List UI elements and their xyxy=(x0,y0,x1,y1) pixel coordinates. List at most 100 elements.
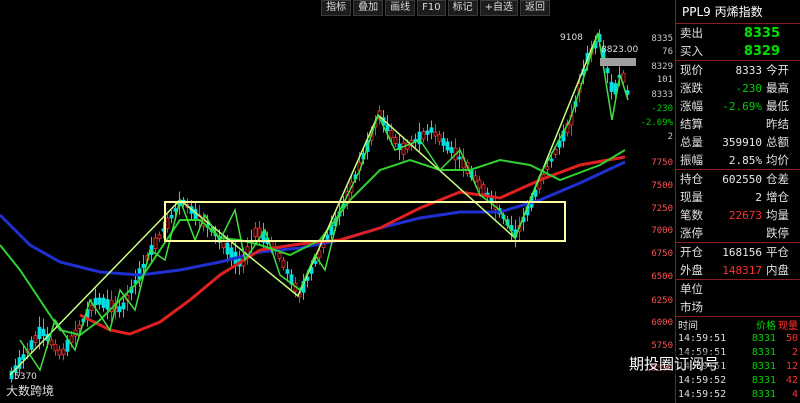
quote-row-label-2: 均价 xyxy=(766,153,789,167)
quote-row: 市场 xyxy=(676,298,800,316)
price-axis-top-label: 101 xyxy=(656,75,673,85)
buy-price: 8329 xyxy=(743,43,780,59)
quote-row-label-2: 最高 xyxy=(766,81,789,95)
candle-body xyxy=(449,147,454,153)
price-axis-tick: 7250 xyxy=(651,204,673,214)
candle-body xyxy=(393,137,398,144)
trade-volume: 2 xyxy=(791,346,798,358)
trades-header-price: 价格 xyxy=(756,320,776,332)
quote-row-label: 外盘 xyxy=(680,263,703,277)
candle-body xyxy=(165,217,170,229)
candle-body xyxy=(317,250,322,258)
instrument-title: PPL9 丙烯指数 xyxy=(676,0,800,24)
trade-volume: 50 xyxy=(785,332,798,344)
candle-body xyxy=(153,237,158,250)
quote-row-label: 持仓 xyxy=(680,172,703,186)
trade-time: 14:59:52 xyxy=(678,388,727,400)
price-axis-tick: 6500 xyxy=(651,272,673,282)
quote-row-label-2: 增仓 xyxy=(766,190,789,204)
candle-body xyxy=(389,130,394,139)
candle-body xyxy=(553,149,558,155)
trades-header-time: 时间 xyxy=(678,320,698,332)
trade-price: 8331 xyxy=(751,388,776,400)
quote-row: 总量 359910 总额 xyxy=(676,133,800,151)
candle-body xyxy=(41,328,46,337)
candle-body xyxy=(53,343,58,352)
buy-row: 买入 8329 xyxy=(676,42,800,60)
candle-body xyxy=(29,340,34,350)
candle-body xyxy=(401,142,406,155)
candle-body xyxy=(61,348,66,356)
trade-row: 14:59:51 8331 50 xyxy=(676,331,800,345)
trade-price: 8331 xyxy=(751,332,776,344)
candle-body xyxy=(313,260,318,264)
quote-row-label-2: 总额 xyxy=(766,135,789,149)
sell-price: 8335 xyxy=(743,25,780,41)
trade-volume: 12 xyxy=(785,360,798,372)
toolbar-button[interactable]: +自选 xyxy=(479,0,518,16)
price-axis: 8335 76 8329 101 8333 -230 -2.69% 2 7750 7500 7250… xyxy=(640,0,675,403)
quote-row-label: 现价 xyxy=(680,63,703,77)
quote-row-label-2: 今开 xyxy=(766,63,789,77)
trade-price: 8331 xyxy=(751,346,776,358)
price-axis-top-label: 8335 xyxy=(651,34,673,44)
quote-row-value: 148317 xyxy=(722,263,762,277)
quote-row-label: 笔数 xyxy=(680,208,703,222)
toolbar-button[interactable]: 标记 xyxy=(447,0,478,16)
candle-body xyxy=(169,215,174,219)
candle-body xyxy=(277,252,282,259)
quote-row: 笔数 22673 均量 xyxy=(676,206,800,224)
chart-canvas[interactable] xyxy=(0,0,640,403)
toolbar-button[interactable]: 叠加 xyxy=(353,0,384,16)
price-axis-top-label: 8333 xyxy=(651,90,673,100)
candlestick-chart[interactable]: 指标 叠加 画线 F10 标记 +自选 返回 8335 76 8329 101 8333 -230 -2… xyxy=(0,0,675,403)
candle-body xyxy=(141,263,146,269)
trade-volume: 42 xyxy=(785,374,798,386)
trade-volume: 4 xyxy=(791,388,798,400)
trade-row: 14:59:52 8331 4 xyxy=(676,387,800,401)
quote-row-label: 涨跌 xyxy=(680,81,703,95)
buy-label: 买入 xyxy=(680,44,703,58)
candle-body xyxy=(481,184,486,195)
candle-body xyxy=(77,324,82,329)
quote-row-label: 振幅 xyxy=(680,153,703,167)
quote-row-label: 现量 xyxy=(680,190,703,204)
candle-body xyxy=(433,131,438,137)
quote-row-value: 2 xyxy=(755,190,762,204)
cursor-price-label: 8823.00 xyxy=(601,45,639,55)
toolbar-button[interactable]: F10 xyxy=(417,0,446,16)
candle-body xyxy=(473,175,478,182)
candle-body xyxy=(457,156,462,160)
price-axis-top-label: -230 xyxy=(651,104,673,114)
quote-row-label: 涨停 xyxy=(680,226,703,240)
watermark-logo-left: 大数跨境 xyxy=(6,384,55,398)
trade-price: 8331 xyxy=(751,374,776,386)
candle-body xyxy=(545,166,550,170)
candle-body xyxy=(89,304,94,311)
quote-row-value: 8333 xyxy=(735,63,763,77)
chart-toolbar: 指标 叠加 画线 F10 标记 +自选 返回 xyxy=(321,0,550,16)
quote-row: 涨跌 -230 最高 xyxy=(676,79,800,97)
price-axis-tick: 7000 xyxy=(651,226,673,236)
toolbar-button[interactable]: 画线 xyxy=(385,0,416,16)
candle-body xyxy=(229,247,234,260)
candle-body xyxy=(37,326,42,340)
candle-body xyxy=(225,242,230,255)
quote-row: 外盘 148317 内盘 xyxy=(676,261,800,279)
toolbar-button[interactable]: 返回 xyxy=(520,0,550,16)
quote-stats: 现价 8333 今开 涨跌 -230 最高 涨幅 -2.69% 最低 结算 昨结 总量 359910 总额… xyxy=(676,60,800,316)
candle-body xyxy=(33,335,38,343)
candle-body xyxy=(117,306,122,313)
candle-body xyxy=(285,269,290,274)
quote-row-label-2: 均量 xyxy=(766,208,789,222)
price-axis-tick: 7500 xyxy=(651,181,673,191)
toolbar-button[interactable]: 指标 xyxy=(321,0,352,16)
candle-body xyxy=(57,349,62,356)
candle-body xyxy=(549,158,554,162)
trades-header-volume: 现量 xyxy=(778,320,798,332)
quote-row: 开仓 168156 平仓 xyxy=(676,242,800,261)
candle-body xyxy=(281,259,286,268)
quote-row: 涨停 跌停 xyxy=(676,224,800,242)
quote-row-label-2: 最低 xyxy=(766,99,789,113)
quote-row-value: 2.85% xyxy=(728,153,762,167)
